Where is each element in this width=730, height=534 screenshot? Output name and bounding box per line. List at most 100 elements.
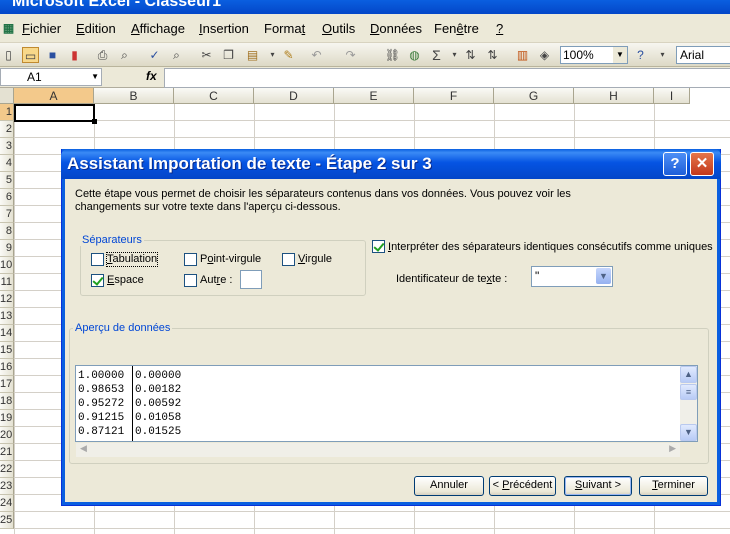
copy-icon[interactable]: ❐: [220, 47, 237, 63]
preview-horizontal-scrollbar[interactable]: ◀ ▶: [76, 443, 680, 457]
row-header-25[interactable]: 25: [0, 512, 14, 529]
menu-fenetre[interactable]: Fenêtre: [434, 21, 479, 36]
save-icon[interactable]: ■: [44, 47, 61, 63]
space-label[interactable]: Espace: [107, 274, 144, 287]
chart-wizard-icon[interactable]: ▥: [514, 47, 531, 63]
menu-insertion[interactable]: Insertion: [199, 21, 249, 36]
row-header-4[interactable]: 4: [0, 155, 14, 172]
row-header-7[interactable]: 7: [0, 206, 14, 223]
permission-icon[interactable]: ▮: [66, 47, 83, 63]
autosum-icon[interactable]: Σ: [428, 47, 445, 63]
space-checkbox[interactable]: [91, 274, 104, 287]
autosum-dropdown-icon[interactable]: ▾: [446, 47, 463, 63]
comma-checkbox[interactable]: [282, 253, 295, 266]
preview-vertical-scrollbar[interactable]: ▲ ≡ ▼: [680, 366, 697, 441]
row-header-23[interactable]: 23: [0, 478, 14, 495]
help-icon[interactable]: ?: [632, 47, 649, 63]
active-cell-a1[interactable]: [14, 104, 95, 122]
chevron-down-icon[interactable]: ▼: [613, 47, 627, 63]
sort-ascending-icon[interactable]: ⇅: [462, 47, 479, 63]
toolbar-options-icon[interactable]: ▾: [654, 47, 671, 63]
finish-button[interactable]: Terminer: [639, 476, 708, 496]
sort-descending-icon[interactable]: ⇅: [484, 47, 501, 63]
consecutive-delimiters-checkbox[interactable]: [372, 240, 385, 253]
drawing-icon[interactable]: ◈: [536, 47, 553, 63]
comma-label[interactable]: Virgule: [298, 253, 332, 266]
row-header-12[interactable]: 12: [0, 291, 14, 308]
globe-icon[interactable]: ◍: [406, 47, 423, 63]
print-icon[interactable]: ⎙: [94, 47, 111, 63]
row-header-14[interactable]: 14: [0, 325, 14, 342]
scroll-right-icon[interactable]: ▶: [669, 443, 676, 454]
semicolon-label[interactable]: Point-virgule: [200, 253, 261, 266]
chevron-down-icon[interactable]: ▼: [91, 69, 99, 85]
column-header-i[interactable]: I: [654, 88, 690, 104]
row-header-15[interactable]: 15: [0, 342, 14, 359]
column-header-g[interactable]: G: [494, 88, 574, 104]
row-header-20[interactable]: 20: [0, 427, 14, 444]
other-label[interactable]: Autre :: [200, 274, 232, 287]
row-header-22[interactable]: 22: [0, 461, 14, 478]
row-header-21[interactable]: 21: [0, 444, 14, 461]
row-header-18[interactable]: 18: [0, 393, 14, 410]
menu-format[interactable]: Format: [264, 21, 305, 36]
name-box[interactable]: A1 ▼: [0, 68, 102, 86]
print-preview-icon[interactable]: ⌕: [116, 47, 133, 63]
column-separator-line[interactable]: [132, 366, 133, 441]
row-header-19[interactable]: 19: [0, 410, 14, 427]
menu-affichage[interactable]: Affichage: [131, 21, 185, 36]
semicolon-checkbox[interactable]: [184, 253, 197, 266]
dialog-title-bar[interactable]: Assistant Importation de texte - Étape 2…: [61, 149, 721, 179]
research-icon[interactable]: ⌕: [168, 47, 185, 63]
row-header-10[interactable]: 10: [0, 257, 14, 274]
row-header-17[interactable]: 17: [0, 376, 14, 393]
row-header-5[interactable]: 5: [0, 172, 14, 189]
column-header-f[interactable]: F: [414, 88, 494, 104]
text-qualifier-select[interactable]: " ▼: [531, 266, 613, 287]
spelling-icon[interactable]: ✓: [146, 47, 163, 63]
consecutive-delimiters-label[interactable]: Interpréter des séparateurs identiques c…: [388, 241, 713, 254]
menu-aide[interactable]: ?: [496, 21, 503, 36]
row-header-9[interactable]: 9: [0, 240, 14, 257]
menu-donnees[interactable]: Données: [370, 21, 422, 36]
row-header-3[interactable]: 3: [0, 138, 14, 155]
row-header-2[interactable]: 2: [0, 121, 14, 138]
column-header-b[interactable]: B: [94, 88, 174, 104]
redo-icon[interactable]: ↷: [342, 47, 359, 63]
excel-app-icon[interactable]: ▦: [0, 20, 17, 36]
chevron-down-icon[interactable]: ▼: [596, 268, 611, 284]
row-header-8[interactable]: 8: [0, 223, 14, 240]
scroll-up-icon[interactable]: ▲: [680, 366, 697, 383]
back-button[interactable]: < Précédent: [489, 476, 556, 496]
row-header-16[interactable]: 16: [0, 359, 14, 376]
fill-handle[interactable]: [92, 119, 97, 124]
row-header-1[interactable]: 1: [0, 104, 14, 121]
next-button[interactable]: Suivant >: [564, 476, 632, 496]
open-folder-icon[interactable]: ▭: [22, 47, 39, 63]
zoom-select[interactable]: 100% ▼: [560, 46, 628, 64]
column-header-e[interactable]: E: [334, 88, 414, 104]
scroll-thumb[interactable]: ≡: [680, 384, 697, 400]
format-painter-icon[interactable]: ✎: [280, 47, 297, 63]
undo-icon[interactable]: ↶: [308, 47, 325, 63]
column-header-h[interactable]: H: [574, 88, 654, 104]
paste-dropdown-icon[interactable]: ▾: [264, 47, 281, 63]
row-header-6[interactable]: 6: [0, 189, 14, 206]
menu-outils[interactable]: Outils: [322, 21, 355, 36]
other-separator-input[interactable]: [240, 270, 262, 289]
cancel-button[interactable]: Annuler: [414, 476, 484, 496]
menu-fichier[interactable]: Fichier: [22, 21, 61, 36]
insert-function-icon[interactable]: fx: [146, 69, 157, 83]
menu-edition[interactable]: Edition: [76, 21, 116, 36]
data-preview[interactable]: 1.00000 0.00000 0.98653 0.00182 0.95272 0.005…: [75, 365, 698, 442]
formula-input[interactable]: [164, 68, 730, 88]
column-header-d[interactable]: D: [254, 88, 334, 104]
other-checkbox[interactable]: [184, 274, 197, 287]
select-all-corner[interactable]: [0, 88, 14, 104]
close-button[interactable]: ✕: [690, 152, 714, 176]
tab-checkbox[interactable]: [91, 253, 104, 266]
help-button[interactable]: ?: [663, 152, 687, 176]
new-file-icon[interactable]: ▯: [0, 47, 17, 63]
row-header-11[interactable]: 11: [0, 274, 14, 291]
scroll-left-icon[interactable]: ◀: [80, 443, 87, 454]
